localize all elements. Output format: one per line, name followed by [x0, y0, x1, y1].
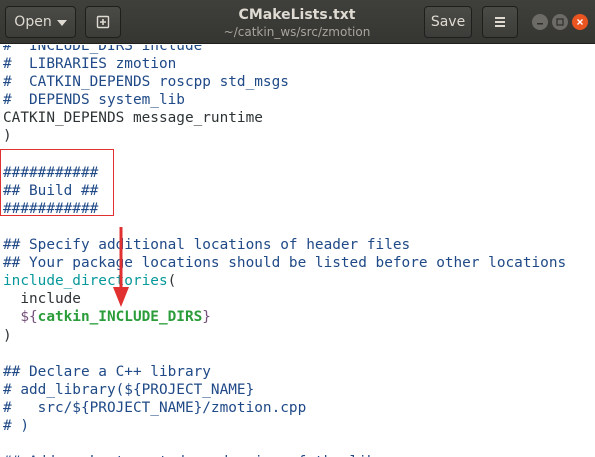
code-function-token: include_directories [3, 273, 168, 290]
code-text: ## Your package locations should be list… [3, 255, 567, 272]
maximize-icon [556, 18, 564, 26]
hamburger-menu-icon [495, 17, 505, 27]
code-variable-token: catkin_INCLUDE_DIRS [37, 309, 203, 326]
close-button[interactable] [572, 14, 588, 30]
header-bar: Open CMakeLists.txt ~/catkin_ws/src/zmot… [0, 0, 595, 44]
code-text: # CATKIN_DEPENDS roscpp std_msgs [3, 74, 289, 91]
code-text: # ) [3, 417, 29, 434]
window-title: CMakeLists.txt [238, 7, 356, 23]
code-text: ) [3, 128, 12, 145]
code-line: # DEPENDS system_lib [3, 91, 566, 109]
code-punctuation-token: ( [167, 273, 177, 290]
code-line: include [3, 290, 566, 308]
code-line: ## Declare a C++ library [3, 363, 566, 381]
minimize-button[interactable] [532, 14, 548, 30]
code-line: ## Add cmake target dependencies of the … [3, 453, 566, 457]
code-line: CATKIN_DEPENDS message_runtime [3, 109, 566, 127]
code-line: # src/${PROJECT_NAME}/zmotion.cpp [3, 399, 566, 417]
code-text: # DEPENDS system_lib [3, 92, 185, 109]
code-line: # ) [3, 417, 566, 435]
code-line: ## Specify additional locations of heade… [3, 236, 566, 254]
close-icon [577, 19, 583, 25]
code-text: ## Declare a C++ library [3, 363, 211, 380]
code-line: ${catkin_INCLUDE_DIRS} [20, 309, 211, 326]
code-text: # src/${PROJECT_NAME}/zmotion.cpp [3, 399, 307, 416]
code-text: # INCLUDE_DIRS include [3, 45, 203, 54]
minimize-icon [537, 23, 543, 25]
text-editor[interactable]: # INCLUDE_DIRS include # LIBRARIES zmotio… [0, 45, 595, 457]
code-view[interactable]: # INCLUDE_DIRS include # LIBRARIES zmotio… [3, 45, 566, 457]
chevron-down-icon [56, 19, 67, 26]
maximize-button[interactable] [552, 14, 568, 30]
code-text: # add_library(${PROJECT_NAME} [3, 381, 255, 398]
file-path-subtitle: ~/catkin_ws/src/zmotion [223, 25, 371, 39]
code-line: ## Your package locations should be list… [3, 254, 566, 272]
title-area: CMakeLists.txt ~/catkin_ws/src/zmotion [170, 6, 424, 40]
save-button[interactable]: Save [424, 6, 472, 38]
new-document-button[interactable] [85, 6, 121, 38]
hamburger-menu-button[interactable] [482, 6, 518, 38]
code-line: include_directories( [3, 272, 566, 290]
code-line: # add_library(${PROJECT_NAME} [3, 381, 566, 399]
code-line: ) [3, 127, 566, 145]
code-text: CATKIN_DEPENDS message_runtime [3, 110, 263, 127]
new-document-icon [96, 15, 110, 29]
code-line: # LIBRARIES zmotion [3, 55, 566, 73]
annotation-arrow-icon [113, 227, 129, 307]
code-line: # CATKIN_DEPENDS roscpp std_msgs [3, 73, 566, 91]
open-button-label: Open [14, 14, 52, 30]
code-text: include [3, 291, 81, 308]
code-text: ) [3, 327, 12, 344]
code-text: # LIBRARIES zmotion [3, 56, 177, 73]
code-text: ## Specify additional locations of heade… [3, 237, 411, 254]
code-line: ) [3, 327, 566, 345]
code-line: # INCLUDE_DIRS include [3, 45, 566, 55]
open-button[interactable]: Open [5, 6, 76, 38]
save-button-label: Save [430, 14, 466, 30]
annotation-highlight-box [0, 149, 114, 216]
